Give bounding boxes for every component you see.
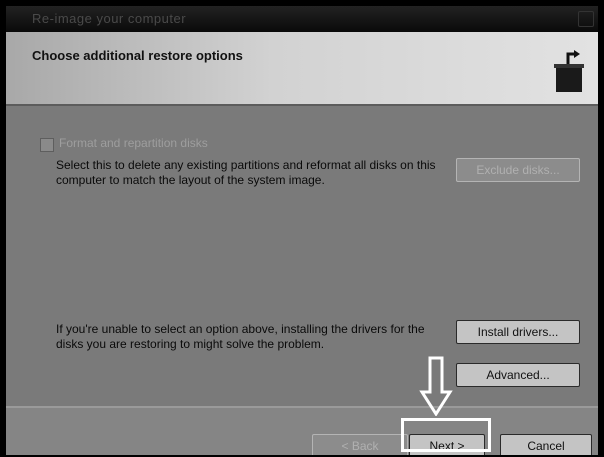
advanced-button[interactable]: Advanced... (456, 363, 580, 387)
title-bar: Re-image your computer (6, 6, 598, 32)
install-drivers-button[interactable]: Install drivers... (456, 320, 580, 344)
format-description: Select this to delete any existing parti… (56, 158, 436, 187)
format-checkbox-label: Format and repartition disks (59, 136, 208, 150)
down-arrow-icon (419, 356, 453, 416)
page-title: Choose additional restore options (32, 48, 243, 63)
reimage-dialog: Re-image your computer Choose additional… (6, 6, 598, 455)
window-title: Re-image your computer (32, 11, 187, 26)
wizard-footer: < Back Next > Cancel (6, 406, 598, 455)
options-panel: Format and repartition disks Select this… (6, 106, 598, 406)
exclude-disks-button[interactable]: Exclude disks... (456, 158, 580, 182)
back-button[interactable]: < Back (312, 434, 408, 455)
wizard-header: Choose additional restore options (6, 32, 598, 106)
drivers-description: If you're unable to select an option abo… (56, 322, 425, 351)
format-checkbox[interactable] (40, 138, 54, 152)
close-icon[interactable] (578, 11, 594, 27)
cancel-button[interactable]: Cancel (500, 434, 592, 455)
computer-restore-icon (554, 50, 584, 92)
next-highlight-box (401, 418, 491, 452)
